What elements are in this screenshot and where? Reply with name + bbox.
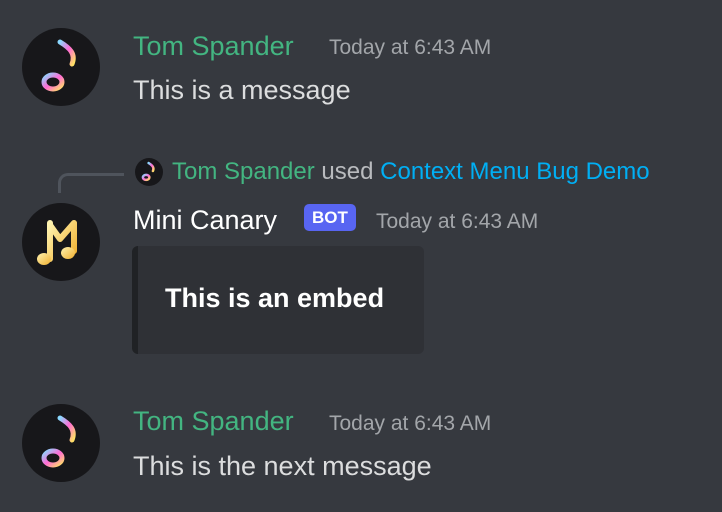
message-content: This is a message xyxy=(133,75,351,105)
message-author[interactable]: Tom Spander xyxy=(133,405,294,437)
reply-user-avatar[interactable] xyxy=(135,158,163,186)
message-author[interactable]: Tom Spander xyxy=(133,30,294,62)
music-note-icon xyxy=(41,39,76,92)
reply-used-text: used xyxy=(321,158,374,185)
reply-spine xyxy=(58,173,124,193)
music-note-icon xyxy=(141,161,155,182)
user-avatar[interactable] xyxy=(22,28,100,106)
reply-user-name[interactable]: Tom Spander xyxy=(172,158,315,185)
music-note-icon xyxy=(41,415,76,468)
message-timestamp[interactable]: Today at 6:43 AM xyxy=(329,411,491,437)
message-content: This is the next message xyxy=(133,451,432,481)
bot-avatar[interactable] xyxy=(22,203,100,281)
bot-author[interactable]: Mini Canary xyxy=(133,204,277,236)
bot-tag: BOT xyxy=(304,204,356,231)
message-timestamp[interactable]: Today at 6:43 AM xyxy=(329,35,491,61)
user-avatar[interactable] xyxy=(22,404,100,482)
message-timestamp[interactable]: Today at 6:43 AM xyxy=(376,209,538,235)
message-embed: This is an embed xyxy=(132,246,424,354)
reply-context: Tom Spander used Context Menu Bug Demo xyxy=(172,157,650,187)
chat-message-list: Tom Spander Today at 6:43 AM This is a m… xyxy=(0,0,722,512)
reply-command-link[interactable]: Context Menu Bug Demo xyxy=(380,158,649,185)
embed-title: This is an embed xyxy=(165,283,385,313)
music-glyph-icon xyxy=(37,220,77,265)
